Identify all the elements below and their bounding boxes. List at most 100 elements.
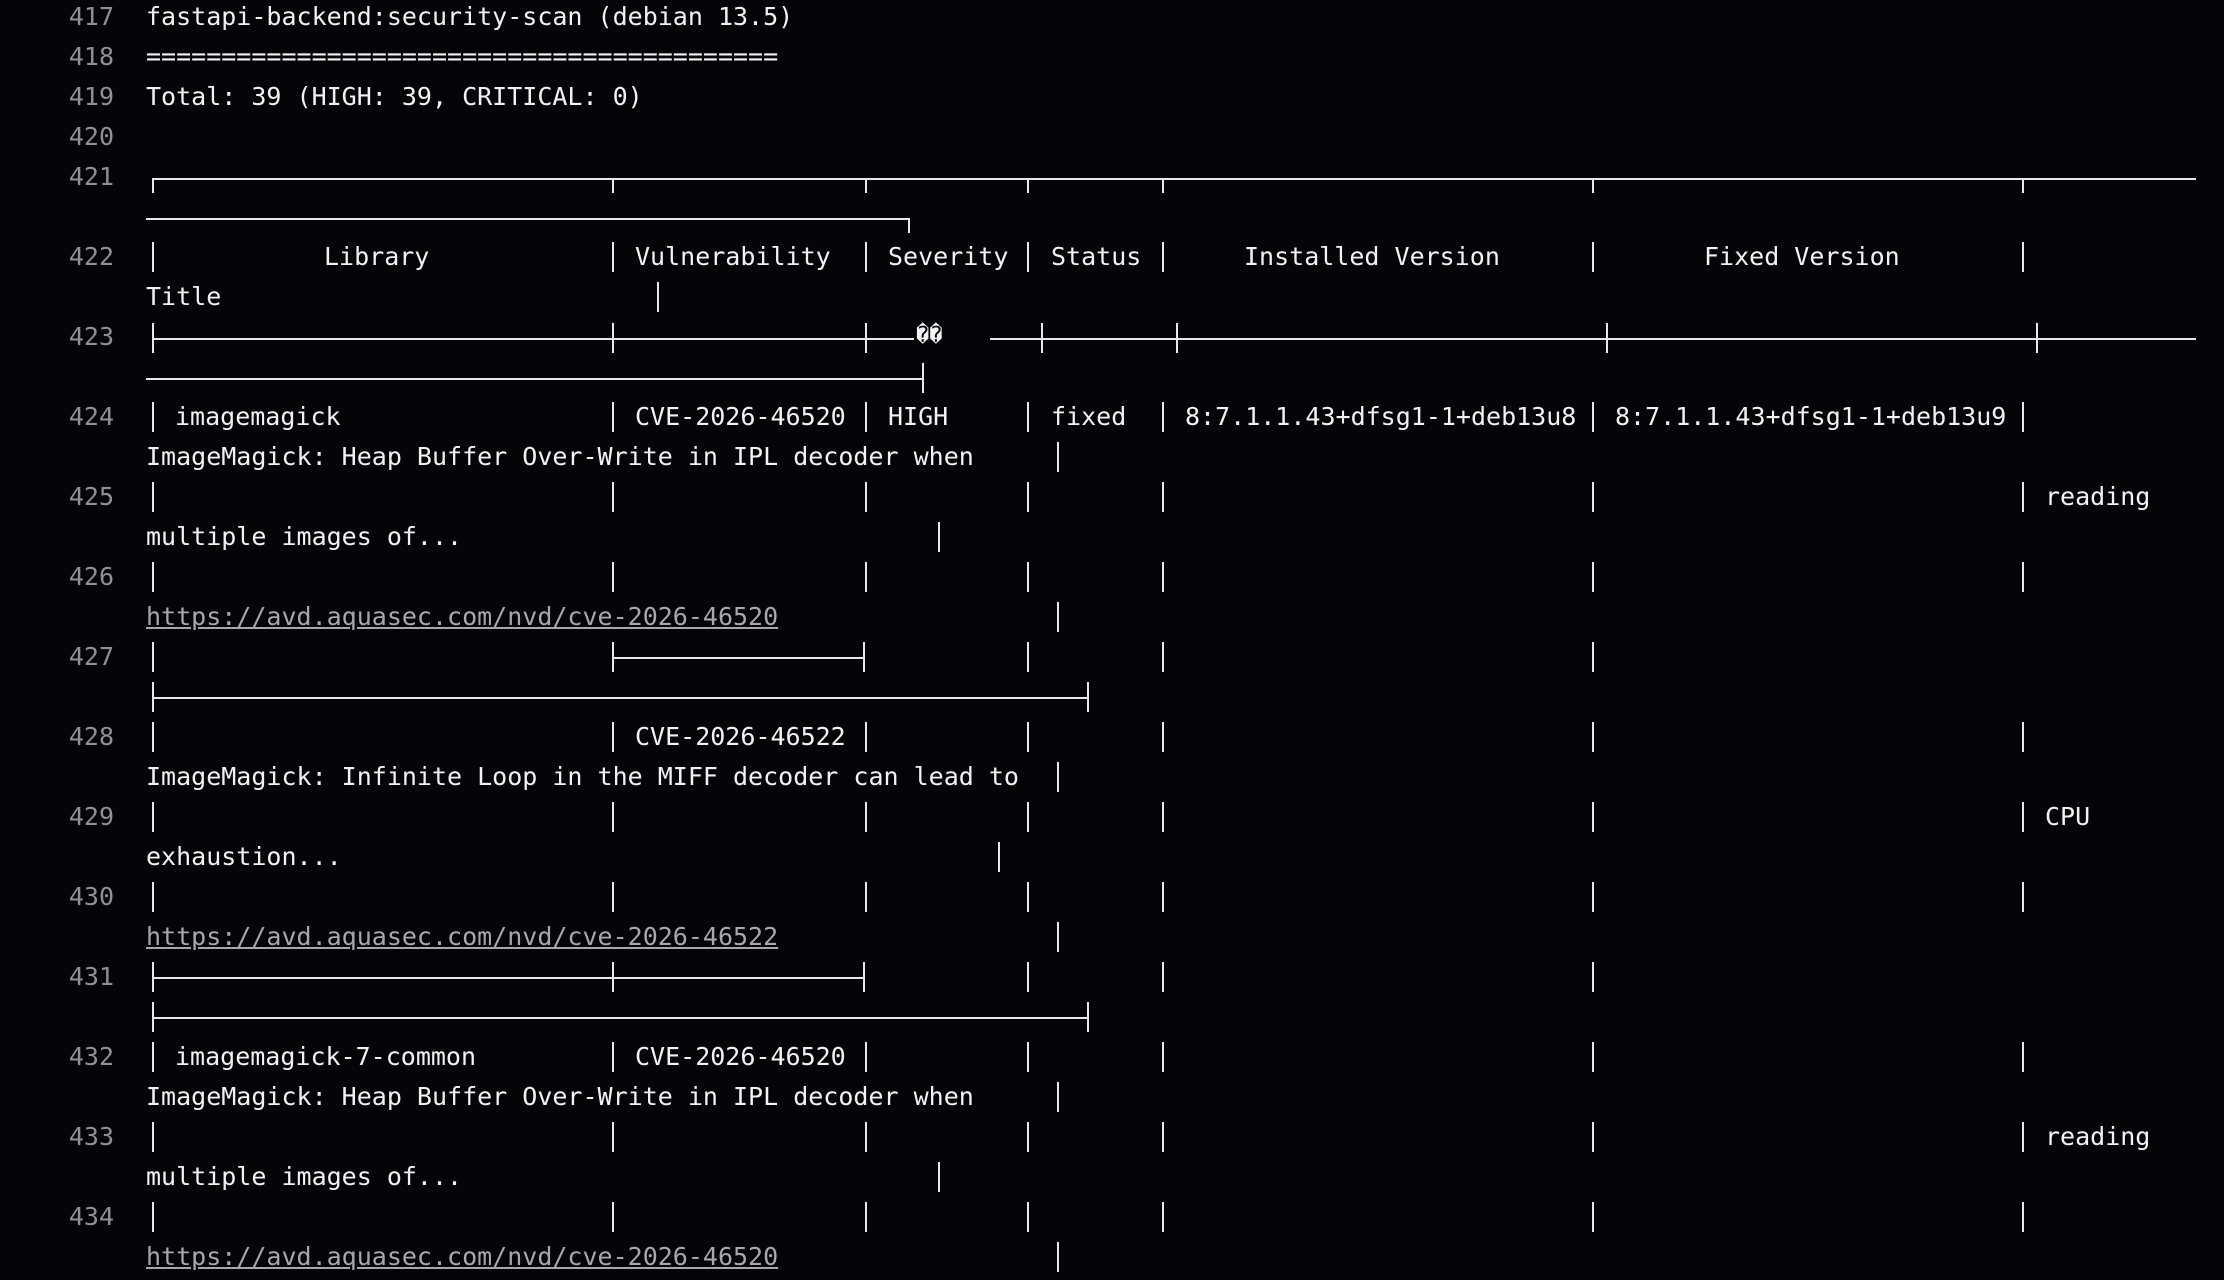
table-top-border bbox=[152, 178, 2196, 180]
border-tee bbox=[1592, 178, 1594, 193]
column-separator bbox=[938, 522, 940, 552]
column-separator bbox=[2022, 802, 2024, 832]
border-corner bbox=[908, 218, 910, 233]
column-separator bbox=[1162, 1202, 1164, 1232]
border-corner bbox=[152, 178, 154, 193]
line-number: 422 bbox=[68, 242, 114, 271]
column-separator bbox=[865, 242, 867, 272]
column-separator bbox=[1027, 482, 1029, 512]
separator-cross bbox=[865, 323, 867, 353]
column-separator bbox=[612, 402, 614, 432]
column-separator bbox=[1027, 642, 1029, 672]
line-number: 420 bbox=[68, 122, 114, 151]
column-separator bbox=[1027, 1042, 1029, 1072]
advisory-link[interactable]: https://avd.aquasec.com/nvd/cve-2026-465… bbox=[146, 597, 778, 637]
line-number: 423 bbox=[68, 322, 114, 351]
cell-status: fixed bbox=[1051, 402, 1127, 431]
separator-cross bbox=[612, 323, 614, 353]
divider-tee bbox=[1087, 682, 1089, 712]
cell-library: imagemagick bbox=[175, 402, 341, 431]
column-separator bbox=[1592, 882, 1594, 912]
cell-vulnerability-id: CVE-2026-46520 bbox=[635, 1042, 846, 1071]
column-separator bbox=[2022, 882, 2024, 912]
column-header-status: Status bbox=[1051, 242, 1142, 271]
column-separator bbox=[2022, 1042, 2024, 1072]
column-separator bbox=[1592, 482, 1594, 512]
advisory-link[interactable]: https://avd.aquasec.com/nvd/cve-2026-465… bbox=[146, 1237, 778, 1277]
column-separator bbox=[1162, 482, 1164, 512]
column-separator bbox=[152, 802, 154, 832]
column-separator bbox=[1027, 402, 1029, 432]
column-separator bbox=[865, 802, 867, 832]
header-separator-wrap bbox=[146, 378, 924, 380]
column-separator bbox=[1057, 442, 1059, 472]
column-separator bbox=[612, 802, 614, 832]
border-tee bbox=[612, 178, 614, 193]
cell-title: ImageMagick: Infinite Loop in the MIFF d… bbox=[146, 762, 1019, 791]
cell-title-continued: reading bbox=[2045, 1122, 2151, 1151]
terminal-output: 417 418 419 420 421 422 423 424 425 426 … bbox=[0, 0, 2224, 1280]
divider-tee bbox=[152, 682, 154, 712]
advisory-link[interactable]: https://avd.aquasec.com/nvd/cve-2026-465… bbox=[146, 917, 778, 957]
column-separator bbox=[2022, 402, 2024, 432]
total-summary: Total: 39 (HIGH: 39, CRITICAL: 0) bbox=[146, 82, 643, 111]
divider-tee bbox=[152, 962, 154, 992]
column-separator bbox=[612, 882, 614, 912]
column-header-installed: Installed Version bbox=[1244, 242, 1500, 271]
column-separator bbox=[1162, 562, 1164, 592]
column-separator bbox=[612, 722, 614, 752]
column-separator bbox=[865, 1122, 867, 1152]
column-separator bbox=[1027, 242, 1029, 272]
column-separator bbox=[1592, 562, 1594, 592]
column-separator bbox=[865, 1202, 867, 1232]
separator-cross bbox=[1041, 323, 1043, 353]
column-separator bbox=[1162, 882, 1164, 912]
cell-title-continued: exhaustion... bbox=[146, 842, 342, 871]
column-separator bbox=[865, 722, 867, 752]
column-separator bbox=[1162, 242, 1164, 272]
column-separator bbox=[1027, 802, 1029, 832]
column-separator bbox=[1027, 1122, 1029, 1152]
column-separator bbox=[612, 562, 614, 592]
column-separator bbox=[1592, 802, 1594, 832]
line-number: 431 bbox=[68, 962, 114, 991]
column-header-title: Title bbox=[146, 282, 222, 311]
column-separator bbox=[152, 1122, 154, 1152]
row-divider bbox=[152, 1017, 1089, 1019]
column-separator bbox=[865, 402, 867, 432]
separator-cross bbox=[1176, 323, 1178, 353]
column-separator bbox=[1162, 802, 1164, 832]
heading-rule: ========================================… bbox=[146, 42, 779, 71]
column-separator bbox=[1592, 1042, 1594, 1072]
cell-title: ImageMagick: Heap Buffer Over-Write in I… bbox=[146, 442, 974, 471]
column-separator bbox=[1162, 1042, 1164, 1072]
line-number: 421 bbox=[68, 162, 114, 191]
cell-installed-version: 8:7.1.1.43+dfsg1-1+deb13u8 bbox=[1185, 402, 1577, 431]
table-top-border-wrap bbox=[146, 218, 910, 220]
divider-cross bbox=[612, 962, 614, 992]
column-separator bbox=[152, 482, 154, 512]
column-separator bbox=[152, 1042, 154, 1072]
column-separator bbox=[152, 642, 154, 672]
border-tee bbox=[2022, 178, 2024, 193]
cell-vulnerability-id: CVE-2026-46522 bbox=[635, 722, 846, 751]
cell-divider bbox=[152, 697, 1089, 699]
column-header-fixed: Fixed Version bbox=[1704, 242, 1900, 271]
line-number: 427 bbox=[68, 642, 114, 671]
divider-tee bbox=[612, 642, 614, 672]
column-separator bbox=[998, 842, 1000, 872]
cell-title-continued: multiple images of... bbox=[146, 522, 463, 551]
column-separator bbox=[1162, 642, 1164, 672]
divider-tee bbox=[1087, 1002, 1089, 1032]
column-separator bbox=[1027, 1202, 1029, 1232]
column-separator bbox=[612, 1202, 614, 1232]
line-number: 425 bbox=[68, 482, 114, 511]
header-separator bbox=[152, 338, 914, 340]
column-separator bbox=[2022, 482, 2024, 512]
column-separator bbox=[1592, 722, 1594, 752]
border-tee bbox=[865, 178, 867, 193]
column-separator bbox=[152, 882, 154, 912]
column-separator bbox=[1162, 722, 1164, 752]
line-number: 434 bbox=[68, 1202, 114, 1231]
column-separator bbox=[1057, 762, 1059, 792]
